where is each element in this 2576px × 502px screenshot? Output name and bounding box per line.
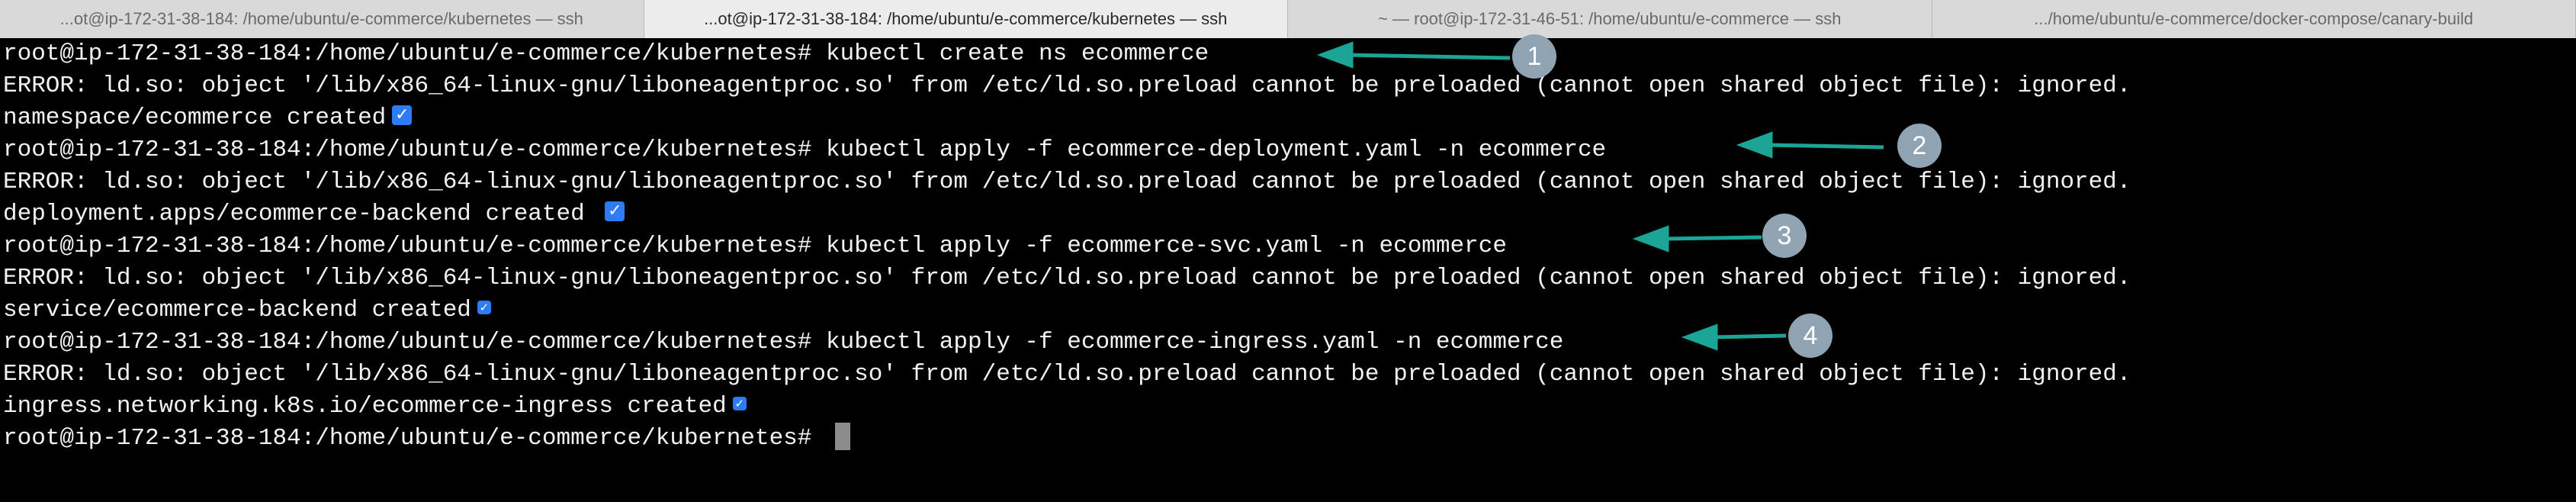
annotation-arrow-3 [1663, 235, 1762, 241]
annotation-badge-2: 2 [1897, 124, 1942, 168]
annotation-arrow-4 [1712, 333, 1787, 339]
annotation-badge-4: 4 [1788, 314, 1832, 358]
annotation-arrows [1316, 41, 1884, 351]
annotation-arrowhead-1 [1316, 41, 1354, 69]
annotation-badge-3: 3 [1762, 214, 1807, 258]
annotation-arrowhead-2 [1736, 131, 1773, 159]
annotation-arrowhead-3 [1632, 225, 1669, 253]
annotation-arrow-2 [1767, 143, 1884, 150]
annotation-arrowhead-4 [1681, 323, 1718, 351]
annotation-arrow-1 [1347, 53, 1511, 60]
annotation-badge-1: 1 [1512, 34, 1556, 79]
